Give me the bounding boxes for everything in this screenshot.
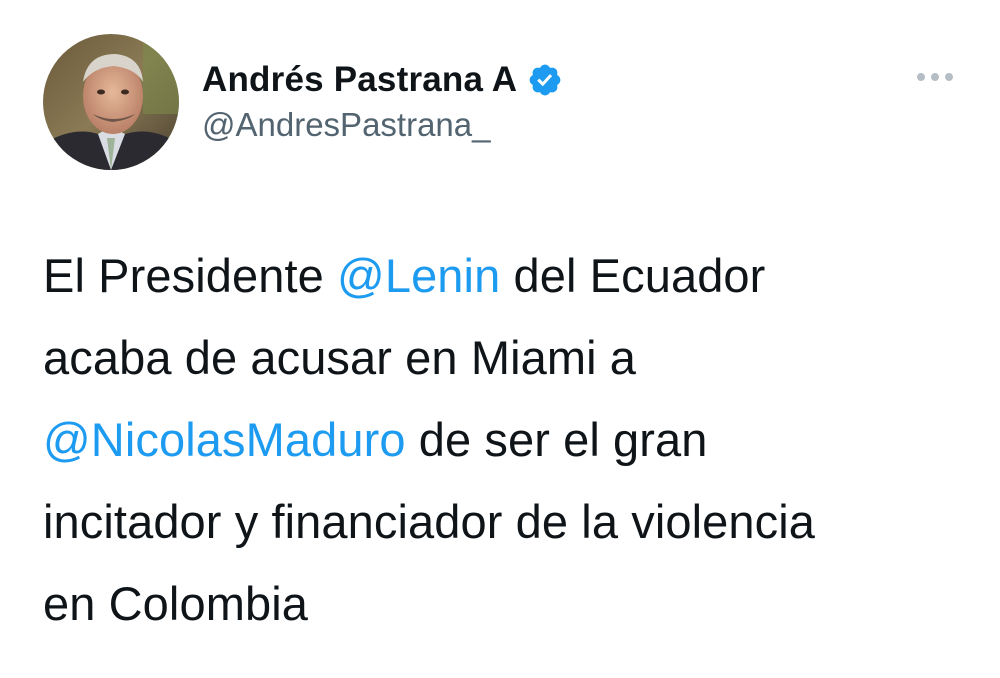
tweet-text-line-1: El Presidente @Lenin del Ecuador bbox=[43, 235, 973, 317]
author-display-name[interactable]: Andrés Pastrana A bbox=[202, 60, 517, 100]
tweet-text-line-4: incitador y financiador de la violencia bbox=[43, 495, 816, 548]
author-avatar[interactable] bbox=[43, 34, 179, 170]
tweet-text-segment: del Ecuador bbox=[500, 249, 766, 302]
author-block: Andrés Pastrana A @AndresPastrana_ bbox=[202, 58, 563, 144]
tweet-text: El Presidente @Lenin del Ecuador acaba d… bbox=[43, 235, 973, 645]
more-options-button[interactable] bbox=[910, 62, 960, 92]
author-name-row: Andrés Pastrana A bbox=[202, 58, 563, 102]
tweet-text-line-3: @NicolasMaduro de ser el gran bbox=[43, 399, 973, 481]
avatar-photo-icon bbox=[43, 34, 179, 170]
tweet-text-line-5: en Colombia bbox=[43, 577, 308, 630]
tweet-text-segment: El Presidente bbox=[43, 249, 338, 302]
tweet-text-line-2: acaba de acusar en Miami a bbox=[43, 331, 637, 384]
verified-badge-icon bbox=[527, 62, 563, 98]
tweet-card: Andrés Pastrana A @AndresPastrana_ El Pr… bbox=[0, 0, 1000, 678]
author-handle[interactable]: @AndresPastrana_ bbox=[202, 106, 563, 144]
more-horizontal-icon bbox=[917, 73, 953, 81]
tweet-text-segment: de ser el gran bbox=[405, 413, 708, 466]
mention-link-nicolasmaduro[interactable]: @NicolasMaduro bbox=[43, 413, 406, 466]
mention-link-lenin[interactable]: @Lenin bbox=[337, 249, 500, 302]
